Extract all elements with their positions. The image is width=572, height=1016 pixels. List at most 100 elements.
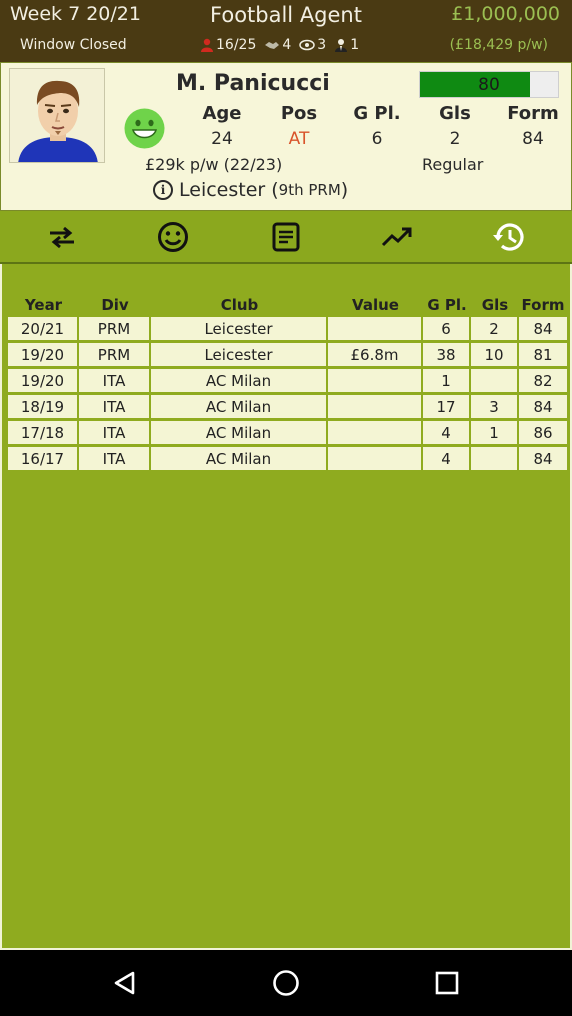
cell-form: 82	[519, 369, 567, 392]
cell-div: ITA	[79, 421, 151, 444]
form-stat: Form 84	[493, 103, 572, 149]
cell-games: 6	[423, 317, 471, 340]
info-icon[interactable]: i	[153, 180, 173, 200]
col-goals-header: Gls	[481, 295, 509, 314]
table-row[interactable]: 18/19 ITA AC Milan 17 3 84	[8, 395, 567, 418]
cell-club: AC Milan	[151, 395, 328, 418]
nav-recents-button[interactable]	[431, 967, 463, 999]
cell-value: £6.8m	[328, 343, 423, 366]
cell-div: PRM	[79, 317, 151, 340]
player-summary-panel: M. Panicucci 80 Age 24 Pos AT G Pl. 6 Gl…	[0, 62, 572, 211]
happy-mood-icon	[124, 108, 165, 149]
cell-goals	[471, 447, 519, 470]
cell-games: 17	[423, 395, 471, 418]
cell-form: 84	[519, 317, 567, 340]
trend-icon	[381, 227, 412, 247]
eye-icon	[299, 39, 316, 51]
back-triangle-icon	[114, 971, 135, 995]
top-header: Week 7 20/21 Football Agent £1,000,000 W…	[0, 0, 572, 62]
cell-goals: 2	[471, 317, 519, 340]
staff-icon	[335, 39, 348, 52]
cell-div: ITA	[79, 369, 151, 392]
table-row[interactable]: 19/20 ITA AC Milan 1 82	[8, 369, 567, 392]
cell-form: 84	[519, 447, 567, 470]
tab-progress[interactable]	[377, 219, 417, 255]
position-header: Pos	[280, 103, 318, 124]
tab-transfer[interactable]	[42, 219, 82, 255]
scouts-count: 3	[317, 37, 327, 53]
agency-stats: 16/25 4 3 1	[200, 37, 364, 53]
table-row[interactable]: 17/18 ITA AC Milan 4 1 86	[8, 421, 567, 444]
tab-mood[interactable]	[153, 219, 193, 255]
club-close-paren: )	[340, 179, 349, 201]
position-value: AT	[288, 129, 310, 149]
player-avatar[interactable]	[9, 68, 105, 163]
cell-year: 16/17	[8, 447, 79, 470]
smiley-icon	[158, 222, 188, 252]
table-row[interactable]: 19/20 PRM Leicester £6.8m 38 10 81	[8, 343, 567, 366]
cell-games: 4	[423, 447, 471, 470]
age-value: 24	[211, 129, 233, 149]
club-league-rank: 9th PRM	[278, 181, 341, 199]
cell-year: 19/20	[8, 343, 79, 366]
cell-value	[328, 421, 423, 444]
cell-club: Leicester	[151, 343, 328, 366]
form-value: 84	[522, 129, 544, 149]
history-content: Year Div Club Value G Pl. Gls Form 20/21…	[0, 264, 572, 950]
squad-status: Regular	[422, 155, 484, 174]
cell-goals: 10	[471, 343, 519, 366]
cell-games: 1	[423, 369, 471, 392]
position-stat: Pos AT	[259, 103, 339, 149]
cell-year: 17/18	[8, 421, 79, 444]
transfer-window-status: Window Closed	[20, 37, 127, 53]
money-balance: £1,000,000	[451, 3, 560, 25]
nav-home-button[interactable]	[270, 967, 302, 999]
weekly-wage: (£18,429 p/w)	[449, 37, 548, 53]
player-name: M. Panicucci	[176, 71, 330, 96]
games-header: G Pl.	[353, 103, 401, 124]
tab-notes[interactable]	[266, 219, 306, 255]
cell-year: 19/20	[8, 369, 79, 392]
form-header: Form	[507, 103, 559, 124]
rating-value: 80	[478, 75, 500, 95]
career-history-table: Year Div Club Value G Pl. Gls Form 20/21…	[8, 292, 567, 473]
cell-div: ITA	[79, 447, 151, 470]
scouts-stat: 3	[299, 37, 326, 53]
home-circle-icon	[273, 970, 299, 996]
handshake-icon	[265, 42, 280, 49]
goals-value: 2	[449, 129, 461, 149]
nav-back-button[interactable]	[109, 967, 141, 999]
cell-club: Leicester	[151, 317, 328, 340]
col-form-header: Form	[521, 295, 565, 314]
games-stat: G Pl. 6	[337, 103, 417, 149]
history-icon	[493, 223, 524, 251]
table-row[interactable]: 20/21 PRM Leicester 6 2 84	[8, 317, 567, 340]
col-div-header: Div	[101, 295, 129, 314]
age-stat: Age 24	[182, 103, 262, 149]
staff-stat: 1	[334, 37, 359, 53]
cell-form: 81	[519, 343, 567, 366]
cell-value	[328, 369, 423, 392]
cell-club: AC Milan	[151, 421, 328, 444]
player-tabs	[0, 211, 572, 264]
tab-history[interactable]	[489, 219, 529, 255]
cell-goals: 1	[471, 421, 519, 444]
cell-form: 84	[519, 395, 567, 418]
col-games-header: G Pl.	[427, 295, 467, 314]
rating-bar: 80	[419, 71, 559, 98]
recents-square-icon	[435, 971, 459, 995]
transfer-icon	[50, 226, 74, 249]
table-header-row: Year Div Club Value G Pl. Gls Form	[8, 295, 567, 314]
cell-games: 38	[423, 343, 471, 366]
player-icon	[201, 38, 213, 52]
cell-games: 4	[423, 421, 471, 444]
games-value: 6	[371, 129, 383, 149]
cell-value	[328, 447, 423, 470]
club-name: Leicester (	[179, 179, 279, 201]
shake-count: 4	[282, 37, 292, 53]
cell-form: 86	[519, 421, 567, 444]
cell-value	[328, 317, 423, 340]
avatar-face-icon	[18, 80, 98, 162]
current-club[interactable]: i Leicester ( 9th PRM )	[153, 179, 348, 201]
table-row[interactable]: 16/17 ITA AC Milan 4 84	[8, 447, 567, 470]
